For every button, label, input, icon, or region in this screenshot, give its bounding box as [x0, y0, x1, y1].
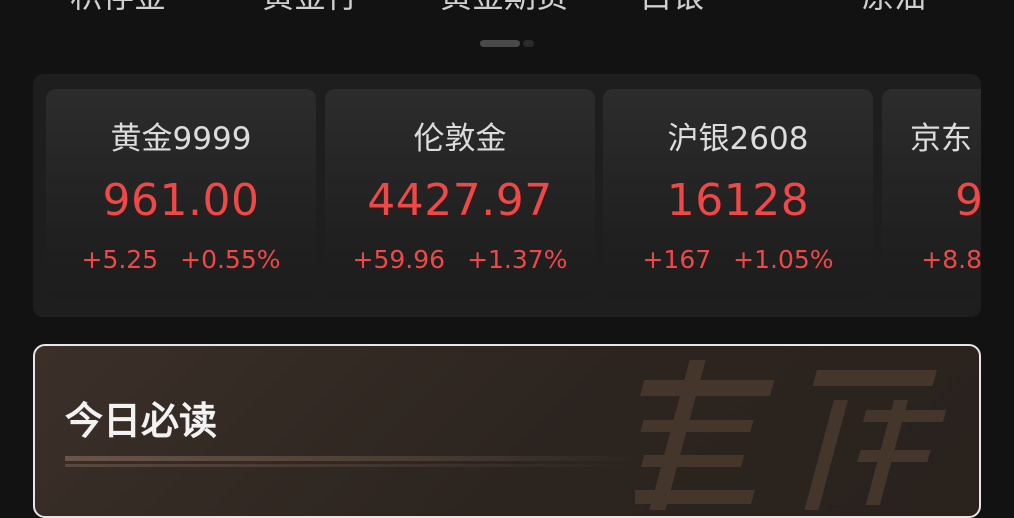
daily-read-title: 今日必读 [65, 399, 218, 443]
quote-name: 黄金9999 [110, 121, 252, 157]
headline-watermark-icon [635, 360, 947, 510]
quote-card-shanghai-silver[interactable]: 沪银2608 16128 +167 +1.05% [603, 89, 873, 299]
quote-change-pct: +1.37% [467, 245, 568, 274]
quote-change-pct: +1.05% [733, 245, 834, 274]
tab-4[interactable]: 白银 [640, 0, 704, 16]
quote-name: 京东 [910, 121, 972, 157]
quote-change: +8.8 [921, 245, 981, 274]
quote-price: 4427.97 [367, 175, 553, 226]
daily-read-card[interactable]: 今日必读 [33, 344, 981, 518]
quote-name: 沪银2608 [667, 121, 809, 157]
quote-change: +5.25 [81, 245, 159, 274]
quote-change: +59.96 [352, 245, 446, 274]
quote-card-london-gold[interactable]: 伦敦金 4427.97 +59.96 +1.37% [325, 89, 595, 299]
quote-price: 16128 [666, 175, 810, 226]
tab-5[interactable]: 原油 [862, 0, 926, 16]
quote-change-row: +5.25 +0.55% [46, 245, 316, 274]
quote-card-gold9999[interactable]: 黄金9999 961.00 +5.25 +0.55% [46, 89, 316, 299]
quote-card-partial[interactable]: 京东 9 +8.8 [882, 89, 981, 299]
underline-bar [65, 456, 645, 461]
tab-3[interactable]: 黄金期货 [440, 0, 568, 16]
quote-change-row: +167 +1.05% [603, 245, 873, 274]
quote-name: 伦敦金 [413, 121, 507, 157]
title-underline [65, 456, 645, 468]
quote-change-pct: +0.55% [180, 245, 281, 274]
underline-bar-thin [65, 464, 645, 467]
page-indicator-dot [523, 40, 534, 47]
quote-price: 9 [955, 175, 981, 226]
page-indicator-active [480, 40, 520, 47]
tab-2[interactable]: 黄金行 [262, 0, 358, 16]
page-indicator [480, 40, 534, 47]
quote-change: +167 [642, 245, 712, 274]
tab-1[interactable]: 积存金 [70, 0, 166, 16]
quote-change-row: +59.96 +1.37% [325, 245, 595, 274]
top-tab-bar: 积存金 黄金行 黄金期货 白银 原油 [0, 0, 1014, 16]
quote-ticker-panel: 黄金9999 961.00 +5.25 +0.55% 伦敦金 4427.97 +5… [33, 74, 981, 317]
quote-price: 961.00 [102, 175, 260, 226]
